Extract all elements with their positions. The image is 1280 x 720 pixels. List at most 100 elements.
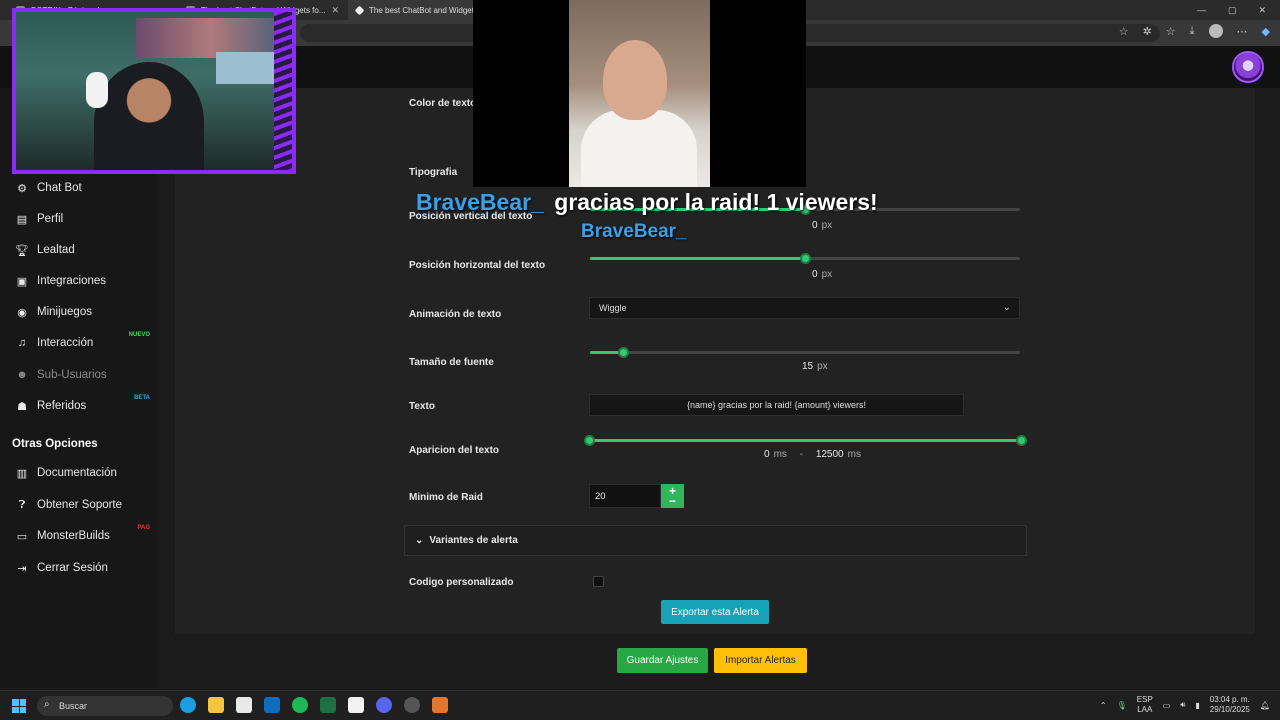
- sidebar-item-label: Perfil: [37, 213, 64, 225]
- horizontal-position-label: Posición horizontal del texto: [409, 260, 546, 271]
- spotify-icon[interactable]: [292, 697, 308, 713]
- appearance-label: Aparicion del texto: [409, 445, 500, 456]
- volume-icon[interactable]: 🔊︎: [1180, 700, 1185, 710]
- more-icon[interactable]: ⋯: [1237, 25, 1248, 38]
- sidebar-item-chat-bot[interactable]: ⚙ Chat Bot: [0, 175, 158, 201]
- maximize-icon[interactable]: ▢: [1228, 5, 1237, 16]
- sidebar-item-documentacion[interactable]: ▥ Documentación: [0, 460, 158, 486]
- edge-icon[interactable]: [180, 697, 196, 713]
- sidebar-item-label: Minijuegos: [37, 306, 92, 318]
- slider-thumb[interactable]: [800, 253, 811, 264]
- webcam-background: [216, 52, 276, 84]
- language-indicator[interactable]: ESP LAA: [1137, 695, 1153, 715]
- taskbar-apps: [180, 697, 448, 713]
- minus-icon[interactable]: −: [669, 495, 676, 507]
- extensions-icon[interactable]: ✲: [1143, 25, 1152, 38]
- range-end-thumb[interactable]: [1016, 435, 1027, 446]
- sidebar-item-referidos[interactable]: ☗ Referidos BETA: [0, 393, 158, 419]
- store-icon[interactable]: [236, 697, 252, 713]
- discord-icon[interactable]: [376, 697, 392, 713]
- profile-icon[interactable]: [1208, 24, 1223, 38]
- slider-fill: [589, 439, 1021, 442]
- file-explorer-icon[interactable]: [208, 697, 224, 713]
- gamepad-icon: ◉: [17, 306, 27, 319]
- sidebar-item-sub-usuarios[interactable]: ☻ Sub-Usuarios: [0, 362, 158, 388]
- sidebar-item-integraciones[interactable]: ▣ Integraciones: [0, 268, 158, 294]
- appearance-range-slider[interactable]: [584, 435, 1027, 446]
- alert-text-input[interactable]: {name} gracias por la raid! {amount} vie…: [589, 394, 964, 416]
- min-raid-input[interactable]: 20: [589, 484, 661, 508]
- save-settings-button[interactable]: Guardar Ajustes: [617, 648, 708, 673]
- custom-code-label: Codigo personalizado: [409, 577, 514, 588]
- sidebar-item-monsterbuilds[interactable]: ▭ MonsterBuilds PAG: [0, 523, 158, 549]
- pay-badge: PAG: [137, 525, 150, 531]
- font-size-value: 15 px: [802, 361, 828, 372]
- copilot-icon[interactable]: ◆: [1262, 25, 1270, 38]
- close-window-icon[interactable]: ✕: [1258, 5, 1266, 16]
- users-icon: ☻: [16, 369, 28, 381]
- animation-label: Animación de texto: [409, 309, 502, 320]
- battery-icon[interactable]: ▮: [1195, 701, 1199, 710]
- min-raid-stepper[interactable]: + −: [661, 484, 684, 508]
- import-alerts-button[interactable]: Importar Alertas: [714, 648, 807, 673]
- alert-variants-label: Variantes de alerta: [429, 535, 518, 546]
- user-avatar[interactable]: [1232, 51, 1264, 83]
- logout-icon: ⇥: [17, 562, 27, 575]
- export-alert-button[interactable]: Exportar esta Alerta: [661, 600, 769, 624]
- sidebar-item-lealtad[interactable]: 🏆︎ Lealtad: [0, 237, 158, 263]
- raid-video-overlay: [473, 0, 806, 187]
- windows-taskbar: ⌕ Buscar ⌃ 🎙︎ ESP LAA ▭ 🔊︎ ▮ 03:04 p. m. 2…: [0, 690, 1280, 720]
- brave-icon[interactable]: [432, 697, 448, 713]
- slider-thumb[interactable]: [617, 347, 629, 358]
- clock[interactable]: 03:04 p. m. 29/10/2025: [1210, 695, 1250, 715]
- sidebar-item-cerrar-sesion[interactable]: ⇥ Cerrar Sesión: [0, 555, 158, 581]
- min-raid-label: Minimo de Raid: [409, 492, 483, 503]
- sidebar-item-minijuegos[interactable]: ◉ Minijuegos: [0, 299, 158, 325]
- user-group-icon: ☗: [17, 400, 27, 413]
- alert-variants-accordion[interactable]: ⌄ Variantes de alerta: [404, 525, 1027, 556]
- appearance-range-value: 0 ms - 12500 ms: [764, 449, 861, 460]
- animation-select[interactable]: Wiggle ⌄: [589, 297, 1020, 319]
- capcut-icon[interactable]: [348, 697, 364, 713]
- taskbar-search-input[interactable]: ⌕ Buscar: [37, 696, 173, 716]
- windows-start-icon[interactable]: [12, 699, 26, 713]
- color-label: Color de texto: [409, 98, 477, 109]
- horizontal-position-slider[interactable]: [590, 253, 1020, 264]
- minimize-icon[interactable]: —: [1197, 5, 1206, 15]
- network-icon[interactable]: ▭: [1163, 701, 1171, 710]
- sidebar-item-label: Chat Bot: [37, 182, 82, 194]
- download-icon[interactable]: ⤓: [1190, 25, 1195, 38]
- sidebar-item-obtener-soporte[interactable]: ❓︎ Obtener Soporte: [0, 492, 158, 518]
- sidebar-item-interaccion[interactable]: ♫ Interacción NUEVO: [0, 330, 158, 356]
- obs-icon[interactable]: [404, 697, 420, 713]
- sidebar-item-label: Obtener Soporte: [37, 499, 123, 511]
- tab-favicon: [354, 5, 365, 15]
- close-tab-icon[interactable]: ✕: [332, 5, 340, 16]
- sidebar-item-label: Integraciones: [37, 275, 107, 287]
- favorites-icon[interactable]: ☆: [1166, 25, 1176, 38]
- notification-icon[interactable]: 🔔︎: [1260, 701, 1270, 710]
- microphone-icon[interactable]: 🎙︎: [1117, 701, 1127, 710]
- min-raid-value: 20: [595, 490, 606, 502]
- id-card-icon: ▤: [16, 213, 28, 226]
- music-icon: ♫: [17, 337, 27, 349]
- sidebar-item-label: Referidos: [37, 400, 87, 412]
- font-size-slider[interactable]: [590, 347, 1020, 358]
- sidebar-item-perfil[interactable]: ▤ Perfil: [0, 206, 158, 232]
- star-icon[interactable]: ☆: [1119, 25, 1129, 38]
- vertical-position-value: 0 px: [812, 220, 833, 231]
- streamer-webcam: [12, 8, 296, 174]
- chevron-down-icon: ⌄: [1002, 302, 1011, 313]
- browser-toolbar-icons: ☆ ✲ ☆ ⤓ ⋯ ◆: [1119, 24, 1270, 38]
- custom-code-checkbox[interactable]: [593, 576, 604, 587]
- horizontal-position-value: 0 px: [812, 269, 833, 280]
- excel-icon[interactable]: [320, 697, 336, 713]
- outlook-icon[interactable]: [264, 697, 280, 713]
- range-start-thumb[interactable]: [584, 435, 595, 446]
- chevron-up-icon[interactable]: ⌃: [1100, 701, 1107, 710]
- sidebar-section-title: Otras Opciones: [12, 438, 98, 450]
- robot-icon: ⚙: [17, 182, 27, 195]
- video-figure: [581, 110, 697, 187]
- sidebar-item-label: Cerrar Sesión: [37, 562, 108, 574]
- new-badge: NUEVO: [128, 332, 150, 338]
